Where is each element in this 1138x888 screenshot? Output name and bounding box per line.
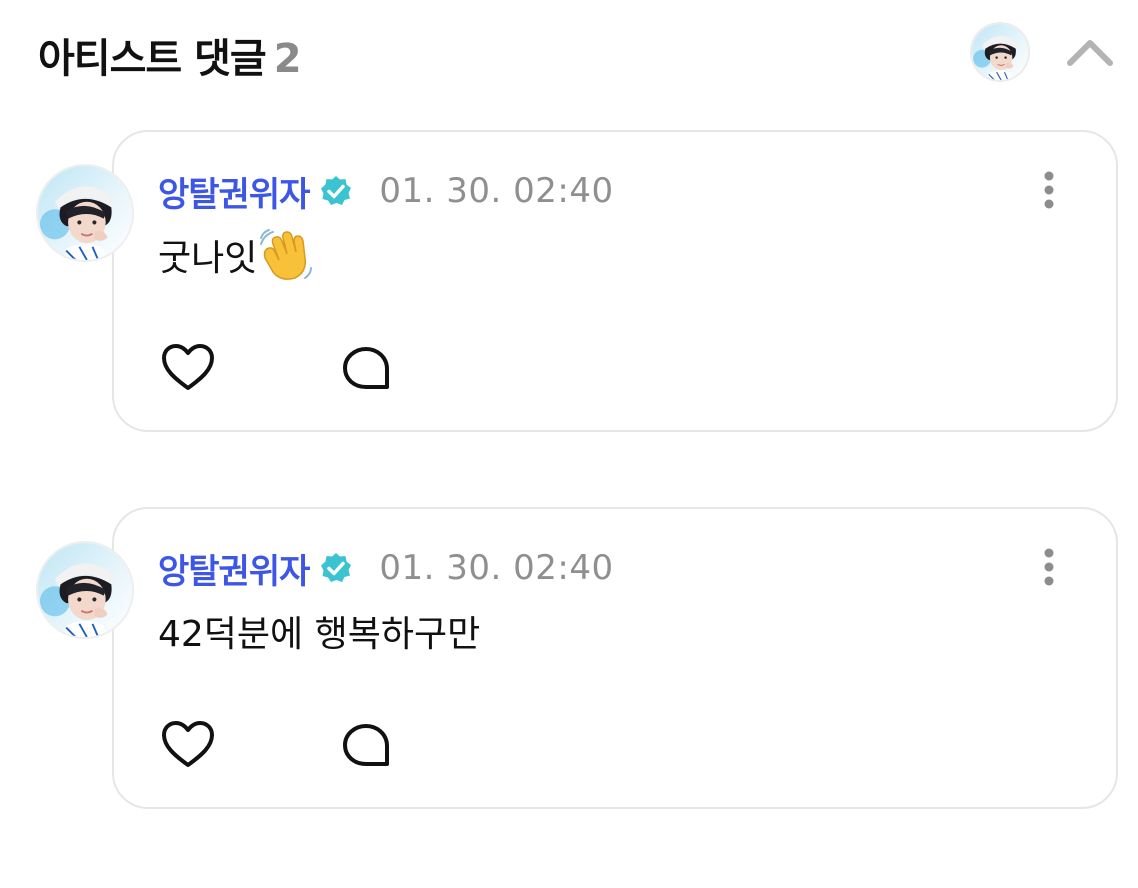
comment-item: 앙탈권위자 01. 30. 02:40 굿나잇 xyxy=(0,130,1138,434)
comment-timestamp: 01. 30. 02:40 xyxy=(379,548,614,588)
waving-hand-icon xyxy=(260,229,313,280)
more-options-button[interactable] xyxy=(1032,166,1066,214)
artist-comments-header: 아티스트 댓글 2 xyxy=(0,0,1138,110)
chevron-up-icon xyxy=(1067,40,1113,66)
comment-author-name[interactable]: 앙탈권위자 xyxy=(158,544,310,593)
comment-text: 42덕분에 행복하구만 xyxy=(158,614,481,655)
reply-button[interactable] xyxy=(336,719,396,771)
comment-body: 42덕분에 행복하구만 xyxy=(158,605,480,657)
heart-icon xyxy=(162,344,214,390)
comment-text: 굿나잇 xyxy=(158,238,258,279)
heart-icon xyxy=(162,721,214,767)
artist-avatar[interactable] xyxy=(970,22,1030,82)
comment-author-avatar[interactable] xyxy=(36,541,134,639)
collapse-button[interactable] xyxy=(1064,30,1116,74)
comment-author-avatar[interactable] xyxy=(36,164,134,262)
section-title-label: 아티스트 댓글 xyxy=(38,36,267,82)
reply-button[interactable] xyxy=(336,342,396,394)
comment-meta: 앙탈권위자 01. 30. 02:40 xyxy=(158,544,614,593)
section-title: 아티스트 댓글 2 xyxy=(38,26,302,84)
more-options-button[interactable] xyxy=(1032,543,1066,591)
comment-bubble-icon xyxy=(343,724,389,766)
more-vertical-icon xyxy=(1044,548,1054,586)
verified-badge-icon xyxy=(321,553,352,582)
comment-count: 2 xyxy=(273,36,302,82)
comment-meta: 앙탈권위자 01. 30. 02:40 xyxy=(158,167,614,216)
comment-bubble-icon xyxy=(343,347,389,389)
more-vertical-icon xyxy=(1044,171,1054,209)
comment-item: 앙탈권위자 01. 30. 02:40 42덕분에 행복하구만 xyxy=(0,507,1138,811)
comment-timestamp: 01. 30. 02:40 xyxy=(379,171,614,211)
comment-author-name[interactable]: 앙탈권위자 xyxy=(158,167,310,216)
like-button[interactable] xyxy=(158,719,218,771)
like-button[interactable] xyxy=(158,342,218,394)
verified-badge-icon xyxy=(321,176,352,205)
comment-body: 굿나잇 xyxy=(158,228,313,282)
